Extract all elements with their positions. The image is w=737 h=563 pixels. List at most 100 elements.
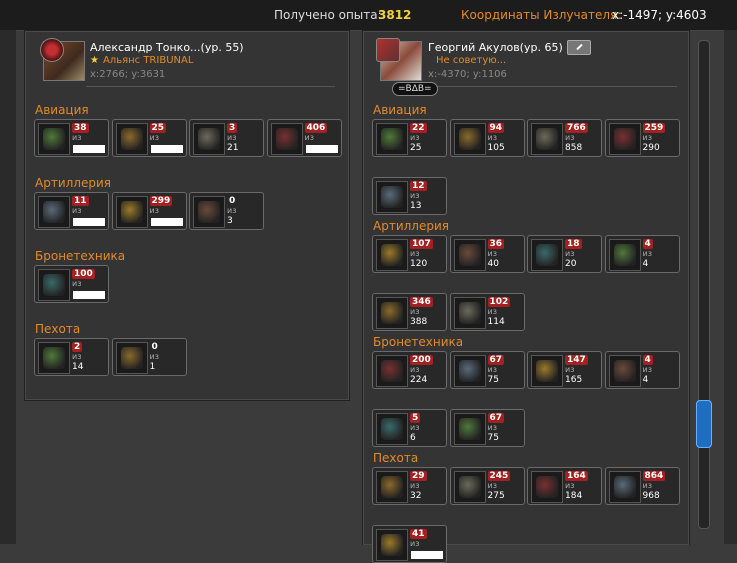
- unit-max-count: 388: [410, 317, 428, 327]
- unit-max-count: 184: [565, 491, 583, 501]
- unit-icon: [376, 181, 408, 213]
- unit-card[interactable]: 0 из 1: [111, 338, 187, 376]
- unit-of-label: из: [410, 481, 420, 490]
- unit-card[interactable]: 200 из 224: [372, 351, 447, 389]
- unit-card[interactable]: 100 из: [34, 265, 109, 303]
- unit-card[interactable]: 67 из 75: [449, 351, 525, 389]
- unit-card[interactable]: 4 из 4: [604, 235, 680, 273]
- unit-max-count: 4: [642, 375, 649, 385]
- left-player-alliance[interactable]: ★ Альянс TRIBUNAL: [90, 55, 193, 66]
- unit-current-count: 5: [410, 413, 421, 423]
- unit-icon: [376, 297, 408, 329]
- unit-of-label: из: [149, 133, 159, 142]
- unit-card[interactable]: 2 из 14: [34, 338, 109, 376]
- unit-card[interactable]: 3 из 21: [189, 119, 264, 157]
- right-player-status: Не советую...: [436, 55, 507, 66]
- left-divider: [86, 86, 335, 87]
- unit-card[interactable]: 4 из 4: [604, 351, 680, 389]
- unit-card[interactable]: 299 из: [111, 192, 187, 230]
- unit-max-hidden: [73, 145, 105, 153]
- category-heading: Авиация: [373, 103, 427, 117]
- unit-max-count: 20: [565, 259, 577, 269]
- left-player-name[interactable]: Александр Тонко...(ур. 55): [90, 41, 244, 54]
- unit-of-label: из: [565, 249, 575, 258]
- unit-max-count: 120: [410, 259, 428, 269]
- unit-current-count: 18: [565, 239, 582, 249]
- unit-card[interactable]: 102 из 114: [449, 293, 525, 331]
- unit-max-count: 14: [72, 362, 84, 372]
- category-heading: Пехота: [35, 322, 81, 336]
- unit-card[interactable]: 107 из 120: [372, 235, 447, 273]
- unit-of-label: из: [487, 307, 497, 316]
- unit-card[interactable]: 5 из 6: [372, 409, 447, 447]
- unit-icon: [453, 413, 486, 445]
- experience-value: 3812: [378, 8, 412, 22]
- unit-current-count: 0: [229, 196, 236, 206]
- unit-max-hidden: [305, 145, 338, 153]
- unit-max-count: 25: [410, 143, 422, 153]
- category-heading: Пехота: [373, 451, 419, 465]
- unit-card[interactable]: 147 из 165: [527, 351, 602, 389]
- unit-current-count: 3: [227, 123, 238, 133]
- unit-max-hidden: [150, 145, 183, 153]
- unit-of-label: из: [642, 365, 652, 374]
- unit-of-label: из: [410, 539, 420, 548]
- unit-card[interactable]: 766 из 858: [527, 119, 602, 157]
- unit-icon: [453, 239, 486, 271]
- unit-current-count: 766: [565, 123, 588, 133]
- unit-card[interactable]: 38 из: [34, 119, 109, 157]
- unit-icon: [608, 471, 641, 503]
- unit-card[interactable]: 11 из: [34, 192, 109, 230]
- unit-of-label: из: [487, 423, 497, 432]
- unit-max-count: 105: [487, 143, 505, 153]
- unit-card[interactable]: 164 из 184: [527, 467, 602, 505]
- unit-of-label: из: [565, 133, 575, 142]
- unit-icon: [115, 342, 148, 374]
- unit-max-count: 32: [410, 491, 422, 501]
- right-divider: [428, 86, 677, 87]
- unit-max-count: 13: [410, 201, 422, 211]
- unit-icon: [376, 123, 408, 155]
- unit-card[interactable]: 0 из 3: [189, 192, 264, 230]
- unit-card[interactable]: 406 из: [266, 119, 342, 157]
- unit-current-count: 4: [642, 239, 653, 249]
- unit-max-count: 40: [487, 259, 499, 269]
- unit-card[interactable]: 94 из 105: [449, 119, 525, 157]
- unit-of-label: из: [565, 365, 575, 374]
- unit-of-label: из: [642, 481, 652, 490]
- unit-max-count: 165: [565, 375, 583, 385]
- unit-card[interactable]: 25 из: [111, 119, 187, 157]
- unit-of-label: из: [227, 133, 237, 142]
- right-player-coords: x:-4370; y:1106: [428, 69, 507, 80]
- unit-card[interactable]: 245 из 275: [449, 467, 525, 505]
- unit-current-count: 299: [149, 196, 173, 206]
- unit-card[interactable]: 864 из 968: [604, 467, 680, 505]
- unit-of-label: из: [642, 133, 652, 142]
- clan-tag: =ВΔВ=: [392, 82, 438, 96]
- unit-current-count: 22: [410, 123, 427, 133]
- right-player-name[interactable]: Георгий Акулов(ур. 65): [428, 41, 563, 54]
- unit-card[interactable]: 259 из 290: [604, 119, 680, 157]
- unit-card[interactable]: 18 из 20: [527, 235, 602, 273]
- unit-card[interactable]: 29 из 32: [372, 467, 447, 505]
- unit-of-label: из: [72, 352, 82, 361]
- unit-icon: [608, 355, 641, 387]
- unit-current-count: 406: [304, 123, 328, 133]
- unit-max-count: 3: [227, 216, 233, 226]
- unit-icon: [376, 355, 408, 387]
- unit-current-count: 41: [410, 529, 427, 539]
- unit-card[interactable]: 346 из 388: [372, 293, 447, 331]
- unit-card[interactable]: 41 из: [372, 525, 447, 563]
- scrollbar-track[interactable]: [698, 40, 710, 529]
- scrollbar-thumb[interactable]: [696, 400, 712, 448]
- unit-card[interactable]: 22 из 25: [372, 119, 447, 157]
- unit-of-label: из: [410, 423, 420, 432]
- edit-note-button[interactable]: [567, 40, 591, 55]
- unit-max-count: 275: [487, 491, 505, 501]
- unit-icon: [376, 239, 408, 271]
- unit-card[interactable]: 12 из 13: [372, 177, 447, 215]
- unit-of-label: из: [487, 133, 497, 142]
- unit-card[interactable]: 67 из 75: [449, 409, 525, 447]
- unit-icon: [453, 471, 486, 503]
- unit-card[interactable]: 36 из 40: [449, 235, 525, 273]
